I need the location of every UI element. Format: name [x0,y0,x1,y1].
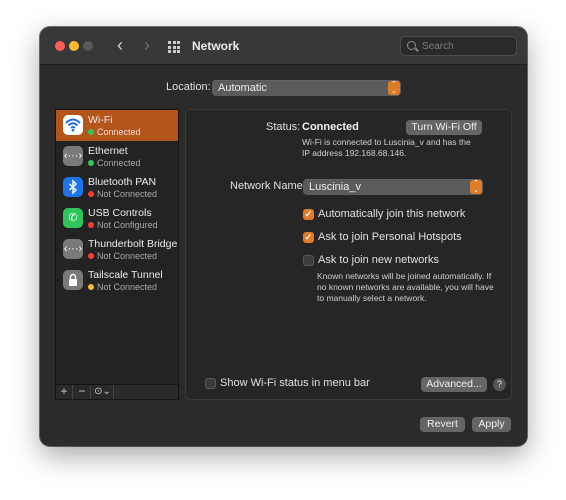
personal-hotspots-label: Ask to join Personal Hotspots [318,231,462,243]
zoom-window-button[interactable] [83,41,93,51]
turn-wifi-off-button[interactable]: Turn Wi-Fi Off [406,120,482,135]
menu-bar-status-checkbox[interactable] [205,378,216,389]
show-all-grid-icon[interactable] [168,41,180,53]
service-status: Connected [88,158,141,168]
action-menu-button[interactable]: ⊙⌄ [92,385,114,399]
thunderbolt-bridge-icon: ‹···› [63,239,83,259]
status-value: Connected [302,121,359,133]
service-status: Not Connected [88,251,157,261]
service-item-usb-controls[interactable]: ✆ USB Controls Not Configured [56,203,178,234]
new-networks-label: Ask to join new networks [318,254,440,266]
advanced-button[interactable]: Advanced... [421,377,487,392]
service-name: Ethernet [88,145,128,157]
back-chevron-icon[interactable]: ‹ [111,36,129,56]
service-item-bluetooth-pan[interactable]: Bluetooth PAN Not Connected [56,172,178,203]
new-networks-description-line-1: Known networks will be joined automatica… [317,271,492,281]
location-value: Automatic [218,82,267,94]
titlebar: ‹ › Network [40,27,527,65]
forward-chevron-icon[interactable]: › [138,36,156,56]
new-networks-description-line-2: no known networks are available, you wil… [317,282,494,292]
bluetooth-icon [63,177,83,197]
service-list-controls: + − ⊙⌄ [55,384,179,400]
service-name: USB Controls [88,207,152,219]
network-name-popup[interactable]: Luscinia_v ⌃ ⌄ [303,179,483,195]
personal-hotspots-checkbox[interactable]: ✓ [303,232,314,243]
status-label: Status: [266,121,301,133]
help-button[interactable]: ? [493,378,506,391]
service-status: Connected [88,127,141,137]
status-dot [88,160,94,166]
network-name-value: Luscinia_v [309,181,361,193]
service-item-wifi[interactable]: Wi-Fi Connected [56,110,178,141]
popup-chevrons-icon: ⌃ ⌄ [388,81,400,95]
location-popup[interactable]: Automatic ⌃ ⌄ [212,80,401,96]
network-preferences-window: ‹ › Network Location: Automatic ⌃⌄ Wi-Fi… [40,27,527,446]
remove-service-button[interactable]: − [74,385,91,399]
lock-icon [63,270,83,290]
status-dot [88,191,94,197]
service-item-tailscale-tunnel[interactable]: Tailscale Tunnel Not Connected [56,265,178,296]
status-dot [88,253,94,259]
ethernet-icon: ‹···› [63,146,83,166]
status-description-line-1: Wi-Fi is connected to Luscinia_v and has… [302,137,471,147]
location-label: Location: [166,81,211,93]
service-name: Wi-Fi [88,114,113,126]
minimize-window-button[interactable] [69,41,79,51]
status-dot [88,222,94,228]
search-icon [407,41,416,50]
close-window-button[interactable] [55,41,65,51]
wifi-icon [63,115,83,135]
network-name-label: Network Name: [230,180,306,192]
popup-chevrons-icon: ⌃ ⌄ [470,180,482,194]
service-item-thunderbolt-bridge[interactable]: ‹···› Thunderbolt Bridge Not Connected [56,234,178,265]
phone-icon: ✆ [63,208,83,228]
status-description-line-2: IP address 192.168.68.146. [302,148,407,158]
service-list: Wi-Fi Connected ‹···› Ethernet Connected… [55,109,179,399]
service-status: Not Connected [88,189,157,199]
wifi-detail-panel: Status: Connected Turn Wi-Fi Off Wi-Fi i… [185,109,512,400]
service-status: Not Connected [88,282,157,292]
search-input[interactable] [422,39,512,53]
status-dot [88,129,94,135]
service-status: Not Configured [88,220,158,230]
status-dot [88,284,94,290]
menu-bar-status-label: Show Wi-Fi status in menu bar [220,377,370,389]
new-networks-checkbox[interactable] [303,255,314,266]
revert-button[interactable]: Revert [420,417,465,432]
apply-button[interactable]: Apply [472,417,511,432]
auto-join-checkbox[interactable]: ✓ [303,209,314,220]
add-service-button[interactable]: + [56,385,73,399]
service-name: Thunderbolt Bridge [88,238,178,250]
service-item-ethernet[interactable]: ‹···› Ethernet Connected [56,141,178,172]
auto-join-label: Automatically join this network [318,208,466,220]
window-title: Network [192,39,240,53]
service-name: Tailscale Tunnel [88,269,163,281]
search-field[interactable] [400,36,517,56]
service-name: Bluetooth PAN [88,176,157,188]
new-networks-description-line-3: to manually select a network. [317,293,427,303]
